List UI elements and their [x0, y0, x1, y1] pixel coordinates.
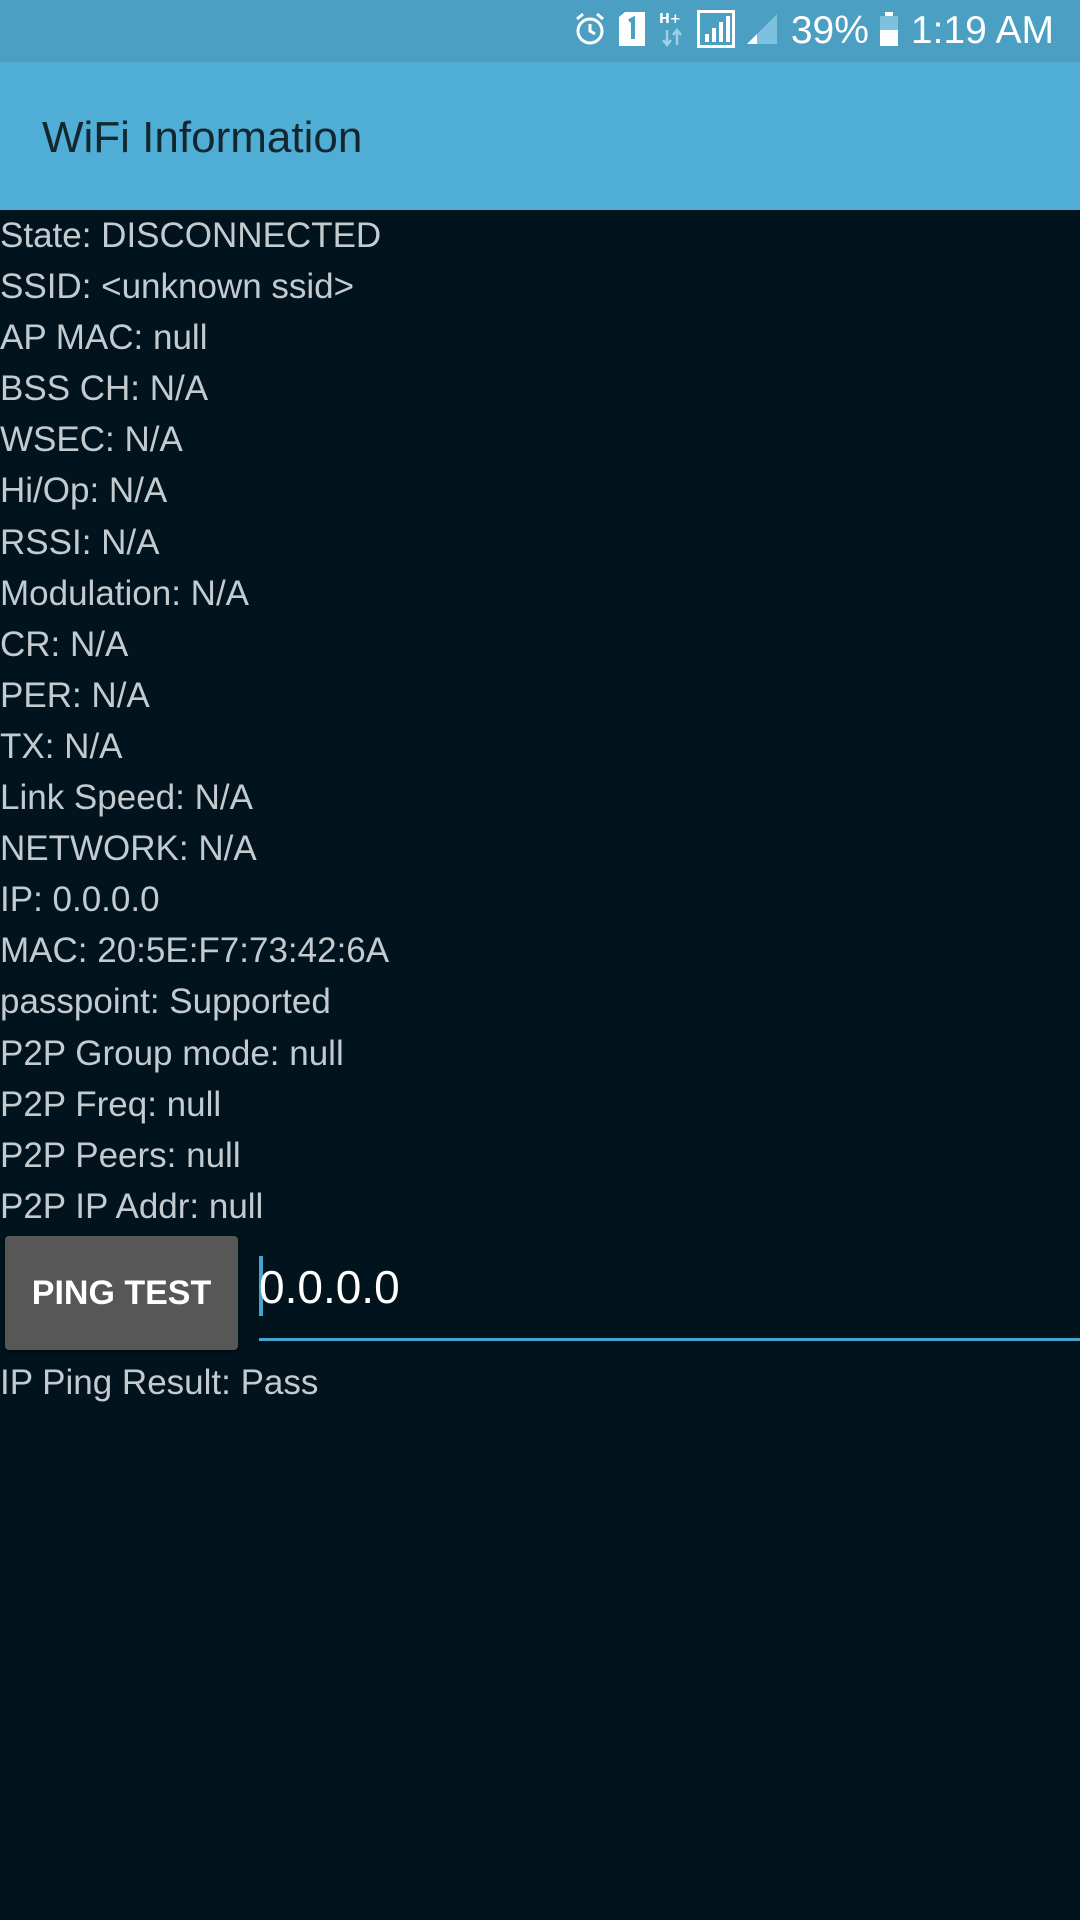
info-wsec: WSEC: N/A — [0, 420, 183, 460]
sim-1-icon — [617, 11, 647, 52]
info-rssi: RSSI: N/A — [0, 522, 160, 562]
signal-weak-icon — [745, 12, 779, 51]
info-passpoint: passpoint: Supported — [0, 982, 331, 1022]
hplus-data-icon: H+ — [657, 10, 687, 53]
status-icons: H+ 39% 1:19 AM — [563, 0, 1080, 62]
svg-text:H+: H+ — [659, 12, 681, 27]
info-p2p-group-mode: P2P Group mode: null — [0, 1033, 344, 1073]
ping-result: IP Ping Result: Pass — [0, 1363, 319, 1402]
clock: 1:19 AM — [910, 9, 1054, 52]
ping-ip-field[interactable] — [259, 1236, 1080, 1341]
battery-icon — [879, 11, 899, 52]
info-p2p-ip-addr: P2P IP Addr: null — [0, 1186, 264, 1226]
info-tx: TX: N/A — [0, 726, 123, 766]
info-ssid: SSID: <unknown ssid> — [0, 267, 355, 307]
battery-percent: 39% — [790, 9, 869, 52]
signal-full-icon — [696, 9, 735, 53]
info-ap-mac: AP MAC: null — [0, 318, 208, 358]
info-p2p-freq: P2P Freq: null — [0, 1084, 222, 1124]
info-link-speed: Link Speed: N/A — [0, 778, 253, 818]
app-bar: WiFi Information — [0, 62, 1080, 210]
ping-ip-input[interactable] — [259, 1248, 1059, 1326]
info-mac: MAC: 20:5E:F7:73:42:6A — [0, 931, 390, 971]
info-cr: CR: N/A — [0, 624, 129, 664]
info-hi-op: Hi/Op: N/A — [0, 471, 168, 511]
wifi-info-list: State: DISCONNECTED SSID: <unknown ssid>… — [0, 210, 1080, 1232]
info-per: PER: N/A — [0, 675, 150, 715]
info-network: NETWORK: N/A — [0, 829, 257, 869]
ping-test-button[interactable]: PING TEST — [5, 1236, 238, 1350]
app-title: WiFi Information — [42, 113, 363, 162]
info-state: State: DISCONNECTED — [0, 216, 382, 255]
info-bss-ch: BSS CH: N/A — [0, 369, 209, 409]
alarm-icon — [573, 11, 607, 52]
info-ip: IP: 0.0.0.0 — [0, 880, 160, 920]
info-p2p-peers: P2P Peers: null — [0, 1135, 241, 1175]
status-bar: H+ 39% 1:19 AM — [0, 0, 1080, 62]
info-modulation: Modulation: N/A — [0, 573, 250, 613]
